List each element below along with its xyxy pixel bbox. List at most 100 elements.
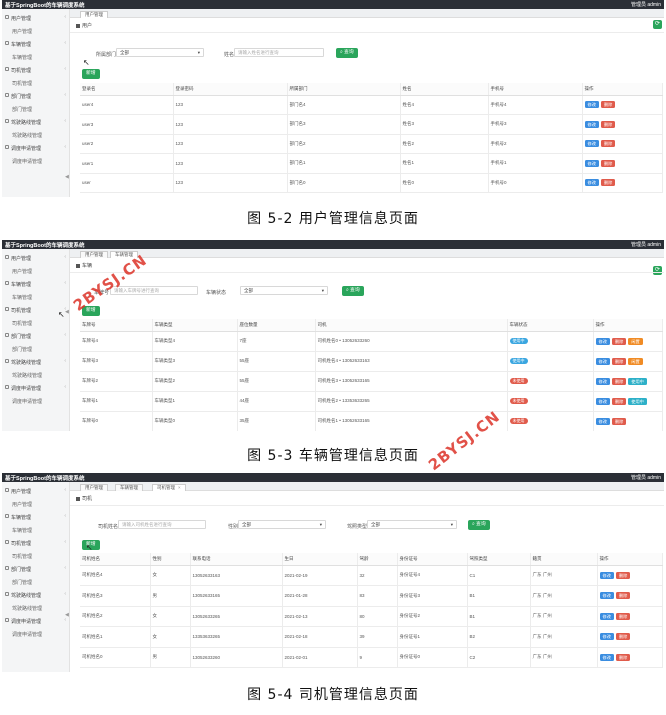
sidebar-item-vehicle[interactable]: 车辆管理 <box>2 290 70 303</box>
sidebar-item-driver[interactable]: 司机管理 <box>2 76 70 89</box>
sidebar-group-dept[interactable]: 部门管理 ‹ <box>2 562 70 575</box>
chevron-icon: ‹ <box>64 513 66 519</box>
sidebar-group-route[interactable]: 驾驶路线管理 ‹ <box>2 355 70 368</box>
user-menu[interactable]: 管理员 admin <box>631 241 661 248</box>
delete-button[interactable]: 删除 <box>615 653 631 661</box>
breadcrumb: 用户 <box>76 22 92 29</box>
edit-button[interactable]: 修改 <box>599 633 614 641</box>
delete-button[interactable]: 删除 <box>611 417 627 425</box>
sidebar-item-dispatch[interactable]: 调度申请管理 <box>2 627 70 640</box>
edit-button[interactable]: 修改 <box>599 592 614 600</box>
sidebar-group-user[interactable]: 用户管理 ‹ <box>2 11 70 24</box>
sidebar-item-dept[interactable]: 部门管理 <box>2 575 70 588</box>
sidebar-item-route[interactable]: 驾驶路线管理 <box>2 601 70 614</box>
query-button[interactable]: ⌕ 查询 <box>336 48 358 58</box>
sidebar-group-vehicle[interactable]: 车辆管理 ‹ <box>2 277 70 290</box>
sidebar-group-driver[interactable]: 司机管理 ‹ <box>2 63 70 76</box>
delete-button[interactable]: 删除 <box>600 140 616 148</box>
sidebar-item-dispatch[interactable]: 调度申请管理 <box>2 154 70 167</box>
delete-button[interactable]: 删除 <box>600 120 616 128</box>
set-status-button[interactable]: 闲置 <box>628 337 643 345</box>
sidebar-group-dept[interactable]: 部门管理 ‹ <box>2 329 70 342</box>
tab-user-management[interactable]: 用户管理 <box>80 11 108 18</box>
set-status-button[interactable]: 使用中 <box>628 397 647 405</box>
sidebar-group-route[interactable]: 驾驶路线管理 ‹ <box>2 588 70 601</box>
sidebar-group-dispatch[interactable]: 调度申请管理 ‹ <box>2 141 70 154</box>
edit-button[interactable]: 修改 <box>599 653 614 661</box>
delete-button[interactable]: 删除 <box>611 337 627 345</box>
sidebar-group-vehicle[interactable]: 车辆管理 ‹ <box>2 510 70 523</box>
sidebar-group-user[interactable]: 用户管理 ‹ <box>2 484 70 497</box>
edit-button[interactable]: 修改 <box>584 159 599 167</box>
set-status-button[interactable]: 使用中 <box>628 377 647 385</box>
license-filter-select[interactable]: 全部 ▾ <box>367 520 457 529</box>
delete-button[interactable]: 删除 <box>600 101 616 109</box>
tab-bar: 用户管理 车辆管理 司机管理 × <box>70 482 664 491</box>
dept-icon <box>5 566 9 570</box>
edit-button[interactable]: 修改 <box>599 571 614 579</box>
add-button[interactable]: 新增 <box>82 69 100 79</box>
sidebar-item-driver[interactable]: 司机管理 <box>2 549 70 562</box>
sidebar-group-dispatch[interactable]: 调度申请管理 ‹ <box>2 381 70 394</box>
dropdown-arrow-icon: ▾ <box>450 522 453 527</box>
driver-name-filter-input[interactable]: 请输入司机姓名进行查询 <box>118 520 206 529</box>
edit-button[interactable]: 修改 <box>584 140 599 148</box>
user-menu[interactable]: 管理员 admin <box>631 1 661 8</box>
sidebar-group-dept[interactable]: 部门管理 ‹ <box>2 89 70 102</box>
delete-button[interactable]: 删除 <box>615 571 631 579</box>
delete-button[interactable]: 删除 <box>611 357 627 365</box>
query-button[interactable]: ⌕ 查询 <box>342 286 364 296</box>
sidebar-group-user[interactable]: 用户管理 ‹ <box>2 251 70 264</box>
plate-filter-input[interactable]: 请输入车牌号进行查询 <box>110 286 198 295</box>
name-filter-input[interactable]: 请输入姓名进行查询 <box>234 48 324 57</box>
delete-button[interactable]: 删除 <box>611 377 627 385</box>
edit-button[interactable]: 修改 <box>595 337 610 345</box>
screenshot-user-management: 基于SpringBoot的车辆调度系统 管理员 admin 用户管理 ‹ 用户管理… <box>2 0 664 197</box>
edit-button[interactable]: 修改 <box>584 120 599 128</box>
sidebar-item-vehicle[interactable]: 车辆管理 <box>2 50 70 63</box>
edit-button[interactable]: 修改 <box>599 612 614 620</box>
delete-button[interactable]: 删除 <box>600 179 616 187</box>
edit-button[interactable]: 修改 <box>595 377 610 385</box>
status-badge: 未使用 <box>509 378 528 384</box>
user-menu[interactable]: 管理员 admin <box>631 474 661 481</box>
sidebar-item-dispatch[interactable]: 调度申请管理 <box>2 394 70 407</box>
delete-button[interactable]: 删除 <box>600 159 616 167</box>
tab-driver-management[interactable]: 司机管理 × <box>152 484 186 491</box>
edit-button[interactable]: 修改 <box>595 417 610 425</box>
edit-button[interactable]: 修改 <box>595 397 610 405</box>
sidebar-item-user[interactable]: 用户管理 <box>2 497 70 510</box>
sidebar-item-user[interactable]: 用户管理 <box>2 264 70 277</box>
sidebar-group-route[interactable]: 驾驶路线管理 ‹ <box>2 115 70 128</box>
set-status-button[interactable]: 闲置 <box>628 357 643 365</box>
sidebar-item-dept[interactable]: 部门管理 <box>2 342 70 355</box>
query-button[interactable]: ⌕ 查询 <box>468 520 490 530</box>
edit-button[interactable]: 修改 <box>584 101 599 109</box>
refresh-button[interactable]: ⟳ <box>653 20 662 29</box>
delete-button[interactable]: 删除 <box>615 633 631 641</box>
sidebar-item-vehicle[interactable]: 车辆管理 <box>2 523 70 536</box>
tab-vehicle-management[interactable]: 车辆管理 <box>115 484 143 491</box>
sidebar-group-dispatch[interactable]: 调度申请管理 ‹ <box>2 614 70 627</box>
sidebar-item-dept[interactable]: 部门管理 <box>2 102 70 115</box>
edit-button[interactable]: 修改 <box>584 179 599 187</box>
main-content: 车辆 ⟳ 车牌号 请输入车牌号进行查询 车辆状态 全部 ▾ ⌕ 查询 ↖ 新增 车… <box>58 258 664 431</box>
sidebar-group-driver[interactable]: 司机管理 ‹ <box>2 536 70 549</box>
driver-name-filter-label: 司机姓名 <box>98 524 119 530</box>
status-filter-select[interactable]: 全部 ▾ <box>240 286 328 295</box>
sidebar-item-user[interactable]: 用户管理 <box>2 24 70 37</box>
tab-user-management[interactable]: 用户管理 <box>80 484 108 491</box>
delete-button[interactable]: 删除 <box>615 592 631 600</box>
tab-user-management[interactable]: 用户管理 <box>80 251 108 258</box>
gender-filter-select[interactable]: 全部 ▾ <box>238 520 326 529</box>
delete-button[interactable]: 删除 <box>615 612 631 620</box>
sidebar-item-route[interactable]: 驾驶路线管理 <box>2 128 70 141</box>
close-icon[interactable]: × <box>178 485 181 490</box>
edit-button[interactable]: 修改 <box>595 357 610 365</box>
dept-filter-select[interactable]: 全部 ▾ <box>116 48 204 57</box>
sidebar-group-vehicle[interactable]: 车辆管理 ‹ <box>2 37 70 50</box>
car-icon <box>5 281 9 285</box>
sidebar-item-route[interactable]: 驾驶路线管理 <box>2 368 70 381</box>
refresh-button[interactable]: ⟳ <box>653 266 662 275</box>
delete-button[interactable]: 删除 <box>611 397 627 405</box>
